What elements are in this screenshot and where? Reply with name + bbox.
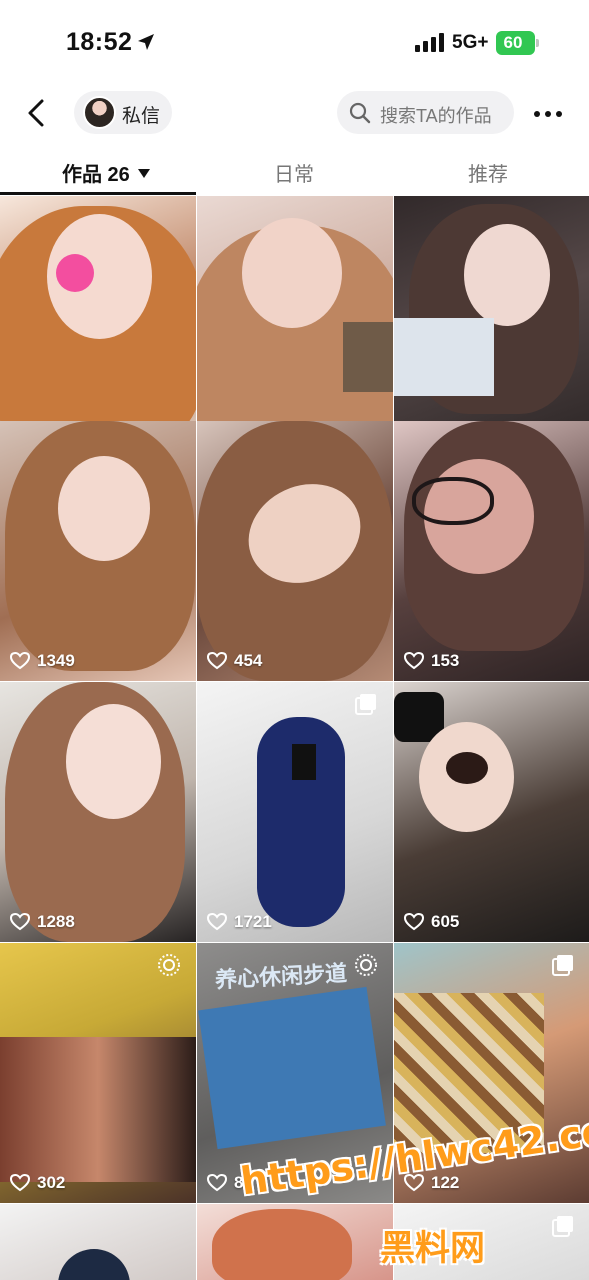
private-message-label: 私信 bbox=[122, 106, 161, 127]
tab-works-label: 作品 26 bbox=[62, 164, 130, 186]
tab-works[interactable]: 作品 26 bbox=[62, 158, 150, 187]
tab-recommended[interactable]: 推荐 bbox=[468, 158, 508, 187]
like-count: 1288 bbox=[10, 910, 75, 934]
search-placeholder: 搜索TA的作品 bbox=[380, 106, 492, 126]
like-count-value: 1349 bbox=[37, 651, 75, 670]
live-icon bbox=[158, 954, 180, 976]
tv-screen bbox=[0, 1037, 196, 1182]
network-type: 5G+ bbox=[452, 32, 489, 53]
hair-shape bbox=[212, 1209, 352, 1280]
private-message-button[interactable]: 私信 bbox=[74, 91, 172, 134]
face-shape bbox=[66, 704, 161, 819]
like-count: 1349 bbox=[10, 649, 75, 673]
work-thumbnail[interactable]: 122 bbox=[394, 943, 589, 1203]
pink-sticker-icon bbox=[56, 254, 94, 292]
work-thumbnail[interactable]: 5797 bbox=[0, 196, 196, 456]
flower-bouquet bbox=[394, 318, 494, 396]
phone-shape bbox=[292, 744, 316, 780]
heart-icon bbox=[10, 1174, 30, 1192]
work-thumbnail[interactable]: 养心休闲步道 88 bbox=[197, 943, 393, 1203]
heart-icon bbox=[10, 652, 30, 670]
battery-level: 60 bbox=[503, 33, 523, 52]
like-count: 153 bbox=[404, 649, 459, 673]
work-thumbnail[interactable]: 333 bbox=[394, 196, 589, 456]
cap-shape bbox=[58, 1249, 130, 1280]
work-thumbnail[interactable] bbox=[394, 1204, 589, 1280]
like-count-value: 1721 bbox=[234, 912, 272, 931]
heart-icon bbox=[207, 652, 227, 670]
work-thumbnail[interactable]: 605 bbox=[394, 682, 589, 942]
tab-daily[interactable]: 日常 bbox=[274, 158, 314, 187]
work-thumbnail[interactable]: 1759 bbox=[197, 196, 393, 456]
cellular-signal-icon bbox=[415, 33, 444, 52]
work-thumbnail[interactable]: 302 bbox=[0, 943, 196, 1203]
walkway-sign: 养心休闲步道 bbox=[214, 960, 348, 993]
works-grid: 5797 1759 333 1349 454 bbox=[0, 196, 589, 1280]
street-painting bbox=[198, 986, 386, 1150]
search-icon bbox=[349, 102, 371, 124]
heart-icon bbox=[10, 913, 30, 931]
like-count-value: 454 bbox=[234, 651, 263, 670]
work-thumbnail[interactable]: 454 bbox=[197, 421, 393, 681]
like-count: 122 bbox=[404, 1171, 459, 1195]
dog-filter-nose bbox=[446, 752, 488, 784]
like-count: 454 bbox=[207, 649, 262, 673]
work-thumbnail[interactable]: 1349 bbox=[0, 421, 196, 681]
like-count-value: 153 bbox=[431, 651, 460, 670]
dropdown-arrow-icon bbox=[137, 169, 150, 178]
status-time: 18:52 bbox=[66, 28, 133, 56]
like-count-value: 605 bbox=[431, 912, 460, 931]
work-thumbnail[interactable]: 1288 bbox=[0, 682, 196, 942]
like-count-value: 88 bbox=[234, 1173, 253, 1192]
location-arrow-icon bbox=[138, 34, 154, 50]
like-count-value: 302 bbox=[37, 1173, 66, 1192]
multi-image-icon bbox=[552, 1216, 573, 1237]
active-tab-indicator bbox=[0, 192, 196, 195]
like-count: 302 bbox=[10, 1171, 65, 1195]
multi-image-icon bbox=[355, 694, 376, 715]
live-icon bbox=[355, 954, 377, 976]
search-works-field[interactable]: 搜索TA的作品 bbox=[337, 91, 514, 134]
like-count-value: 1288 bbox=[37, 912, 75, 931]
work-thumbnail[interactable] bbox=[197, 1204, 393, 1280]
heart-icon bbox=[207, 1174, 227, 1192]
status-bar: 18:52 5G+ 60 bbox=[0, 0, 589, 80]
heart-icon bbox=[404, 913, 424, 931]
small-video-window bbox=[343, 322, 393, 392]
back-arrow-icon[interactable] bbox=[22, 96, 52, 130]
like-count: 1721 bbox=[207, 910, 272, 934]
profile-header: 私信 搜索TA的作品 bbox=[0, 88, 589, 138]
avatar bbox=[83, 96, 116, 129]
heart-icon bbox=[207, 913, 227, 931]
multi-image-icon bbox=[552, 955, 573, 976]
like-count-value: 122 bbox=[431, 1173, 460, 1192]
work-thumbnail[interactable]: 1721 bbox=[197, 682, 393, 942]
like-count: 605 bbox=[404, 910, 459, 934]
work-thumbnail[interactable]: 153 bbox=[394, 421, 589, 681]
heart-icon bbox=[404, 1174, 424, 1192]
face-shape bbox=[242, 218, 342, 328]
like-count: 88 bbox=[207, 1171, 253, 1195]
battery-indicator: 60 bbox=[496, 31, 540, 55]
work-thumbnail[interactable] bbox=[0, 1204, 196, 1280]
more-icon[interactable] bbox=[533, 110, 563, 118]
content-tabs: 作品 26 日常 推荐 bbox=[0, 150, 589, 196]
face-shape bbox=[58, 456, 150, 561]
battery-tip bbox=[536, 39, 539, 47]
patterned-cloth bbox=[394, 993, 544, 1153]
heart-icon bbox=[404, 652, 424, 670]
face-shape bbox=[464, 224, 550, 326]
glasses-shape bbox=[412, 477, 494, 525]
